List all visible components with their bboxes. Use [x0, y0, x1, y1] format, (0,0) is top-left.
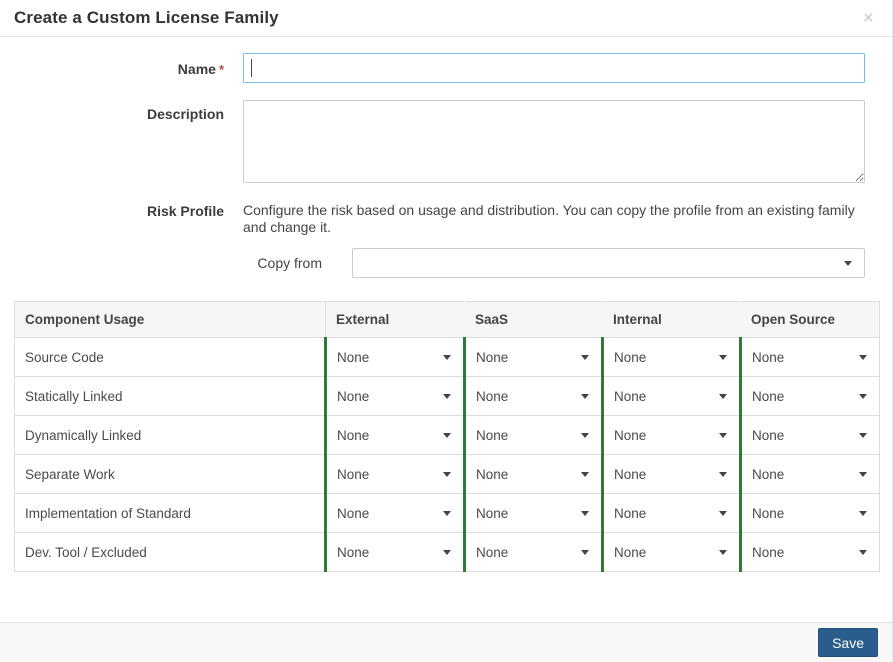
column-header-saas: SaaS: [464, 301, 603, 338]
risk-select-source-code-internal[interactable]: None: [604, 338, 739, 376]
risk-select-implementation-of-standard-open-source[interactable]: None: [742, 494, 879, 532]
risk-select-implementation-of-standard-external[interactable]: None: [327, 494, 463, 532]
chevron-down-icon: [859, 354, 867, 360]
copy-from-select[interactable]: [352, 248, 865, 279]
column-header-internal: Internal: [602, 301, 741, 338]
usage-label: Implementation of Standard: [14, 493, 326, 533]
chevron-down-icon: [719, 471, 727, 477]
usage-label: Dynamically Linked: [14, 415, 326, 455]
risk-select-source-code-external[interactable]: None: [327, 338, 463, 376]
description-field-row: Description: [14, 100, 878, 183]
chevron-down-icon: [581, 471, 589, 477]
name-input[interactable]: [243, 53, 865, 83]
chevron-down-icon: [719, 393, 727, 399]
chevron-down-icon: [719, 549, 727, 555]
close-icon[interactable]: ×: [859, 7, 878, 30]
description-textarea[interactable]: [243, 100, 865, 183]
chevron-down-icon: [719, 510, 727, 516]
table-header-row: Component Usage External SaaS Internal O…: [14, 301, 880, 338]
risk-profile-help-text: Configure the risk based on usage and di…: [243, 202, 855, 236]
risk-select-dev-tool-excluded-internal[interactable]: None: [604, 533, 739, 571]
column-header-component-usage: Component Usage: [14, 301, 326, 338]
chevron-down-icon: [443, 471, 451, 477]
modal-body: Name * Description Risk Profile Configure…: [0, 37, 892, 622]
risk-profile-label: Risk Profile: [146, 203, 224, 219]
description-label: Description: [146, 106, 224, 122]
usage-label: Separate Work: [14, 454, 326, 494]
chevron-down-icon: [443, 354, 451, 360]
risk-select-separate-work-open-source[interactable]: None: [742, 455, 879, 493]
chevron-down-icon: [844, 261, 852, 267]
name-field-row: Name *: [14, 53, 878, 83]
risk-select-dev-tool-excluded-saas[interactable]: None: [466, 533, 601, 571]
copy-from-label: Copy from: [257, 255, 322, 272]
risk-select-statically-linked-open-source[interactable]: None: [742, 377, 879, 415]
column-header-external: External: [325, 301, 465, 338]
risk-select-statically-linked-saas[interactable]: None: [466, 377, 601, 415]
chevron-down-icon: [581, 354, 589, 360]
risk-profile-table: Component Usage External SaaS Internal O…: [14, 301, 880, 573]
chevron-down-icon: [443, 393, 451, 399]
risk-select-separate-work-external[interactable]: None: [327, 455, 463, 493]
chevron-down-icon: [443, 432, 451, 438]
chevron-down-icon: [719, 354, 727, 360]
risk-select-dev-tool-excluded-open-source[interactable]: None: [742, 533, 879, 571]
risk-profile-row: Risk Profile Configure the risk based on…: [14, 202, 878, 236]
table-row-source-code: Source Code None None None None: [14, 337, 880, 377]
chevron-down-icon: [581, 549, 589, 555]
usage-label: Dev. Tool / Excluded: [14, 532, 326, 572]
usage-label: Statically Linked: [14, 376, 326, 416]
risk-select-dynamically-linked-saas[interactable]: None: [466, 416, 601, 454]
table-row-separate-work: Separate Work None None None None: [14, 454, 880, 494]
table-row-implementation-of-standard: Implementation of Standard None None Non…: [14, 493, 880, 533]
risk-select-separate-work-internal[interactable]: None: [604, 455, 739, 493]
required-asterisk: *: [218, 61, 224, 77]
chevron-down-icon: [581, 510, 589, 516]
risk-select-dev-tool-excluded-external[interactable]: None: [327, 533, 463, 571]
chevron-down-icon: [859, 549, 867, 555]
chevron-down-icon: [719, 432, 727, 438]
table-row-statically-linked: Statically Linked None None None None: [14, 376, 880, 416]
table-row-dev-tool-excluded: Dev. Tool / Excluded None None None None: [14, 532, 880, 572]
risk-select-statically-linked-internal[interactable]: None: [604, 377, 739, 415]
chevron-down-icon: [581, 432, 589, 438]
modal-header: Create a Custom License Family ×: [0, 0, 892, 37]
risk-select-dynamically-linked-external[interactable]: None: [327, 416, 463, 454]
create-custom-license-family-modal: Create a Custom License Family × Name * D…: [0, 0, 893, 662]
risk-select-statically-linked-external[interactable]: None: [327, 377, 463, 415]
risk-select-implementation-of-standard-internal[interactable]: None: [604, 494, 739, 532]
usage-label: Source Code: [14, 337, 326, 377]
copy-from-row: Copy from: [243, 248, 878, 279]
chevron-down-icon: [859, 393, 867, 399]
modal-footer: Save: [0, 622, 892, 662]
text-cursor: [251, 59, 252, 77]
save-button[interactable]: Save: [818, 628, 878, 657]
risk-select-dynamically-linked-internal[interactable]: None: [604, 416, 739, 454]
chevron-down-icon: [859, 432, 867, 438]
risk-select-source-code-saas[interactable]: None: [466, 338, 601, 376]
risk-select-dynamically-linked-open-source[interactable]: None: [742, 416, 879, 454]
chevron-down-icon: [581, 393, 589, 399]
name-label: Name *: [177, 60, 224, 77]
risk-select-source-code-open-source[interactable]: None: [742, 338, 879, 376]
risk-select-implementation-of-standard-saas[interactable]: None: [466, 494, 601, 532]
chevron-down-icon: [443, 549, 451, 555]
column-header-open-source: Open Source: [740, 301, 880, 338]
chevron-down-icon: [859, 510, 867, 516]
table-row-dynamically-linked: Dynamically Linked None None None None: [14, 415, 880, 455]
chevron-down-icon: [859, 471, 867, 477]
chevron-down-icon: [443, 510, 451, 516]
risk-select-separate-work-saas[interactable]: None: [466, 455, 601, 493]
modal-title: Create a Custom License Family: [14, 8, 279, 27]
